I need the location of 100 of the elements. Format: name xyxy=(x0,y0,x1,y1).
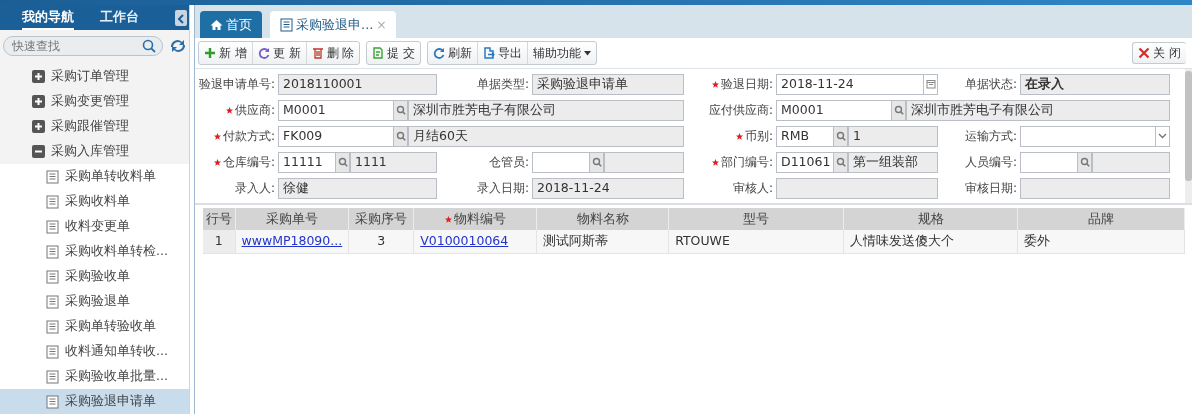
search-icon[interactable] xyxy=(395,105,406,115)
tree-item[interactable]: 采购验退单 xyxy=(0,289,189,314)
tree-item[interactable]: 收料通知单转收... xyxy=(0,339,189,364)
dropdown-field[interactable] xyxy=(1020,125,1156,147)
close-button[interactable]: 关 闭 xyxy=(1132,42,1186,64)
submit-icon xyxy=(372,47,385,59)
table-cell: 人情味发送傻大个 xyxy=(843,230,1018,253)
field-label: 单据类型: xyxy=(476,76,529,93)
column-header: 物料名称 xyxy=(536,208,669,230)
export-icon xyxy=(483,47,496,59)
input-field: 徐健 xyxy=(278,177,437,199)
sidebar-tab[interactable]: 我的导航 xyxy=(22,5,74,30)
code-field[interactable]: FK009 xyxy=(278,125,394,147)
field-label: 运输方式: xyxy=(964,128,1017,145)
toolbar-button[interactable]: 新 增 xyxy=(199,42,253,64)
search-icon[interactable] xyxy=(1079,157,1090,167)
caret-down-icon xyxy=(584,50,592,56)
tree-group-label[interactable]: 采购订单管理 xyxy=(51,67,129,86)
column-header: 行号 xyxy=(203,208,235,230)
toolbar-button[interactable]: 导出 xyxy=(478,42,529,64)
tree-item[interactable]: 采购单转验收单 xyxy=(0,314,189,339)
document-icon xyxy=(46,194,59,209)
field-label: 审核日期: xyxy=(964,180,1017,197)
date-field[interactable]: 2018-11-24 xyxy=(776,73,924,95)
expand-icon[interactable] xyxy=(32,120,45,133)
tree-item[interactable]: 收料变更单 xyxy=(0,214,189,239)
close-icon xyxy=(1138,47,1151,59)
field-label: 仓管员: xyxy=(488,154,529,171)
toolbar-button[interactable]: 删 除 xyxy=(306,42,360,64)
input-field: 2018110001 xyxy=(278,73,437,95)
document-icon xyxy=(280,17,293,32)
search-icon[interactable] xyxy=(893,105,904,115)
field-label: 仓库编号: xyxy=(222,154,275,171)
refresh-icon xyxy=(433,47,446,59)
refresh-icon xyxy=(257,47,270,59)
tree-item[interactable]: 采购验退申请单 xyxy=(0,389,189,414)
search-icon[interactable] xyxy=(591,157,602,167)
code-field[interactable]: D11061 xyxy=(776,151,834,173)
calendar-icon[interactable] xyxy=(925,79,936,89)
column-header: 采购单号 xyxy=(235,208,349,230)
plus-icon xyxy=(204,47,216,59)
name-field: 1 xyxy=(848,125,938,147)
code-field[interactable] xyxy=(532,151,590,173)
field-label: 审核人: xyxy=(732,180,773,197)
expand-icon[interactable] xyxy=(32,95,45,108)
document-icon xyxy=(46,169,59,184)
search-icon[interactable] xyxy=(337,157,348,167)
name-field: 深圳市胜芳电子有限公司 xyxy=(906,99,1170,121)
toolbar-button[interactable]: 辅助功能 xyxy=(528,42,597,64)
search-field[interactable]: 快速查找 xyxy=(10,36,142,56)
field-label: 单据状态: xyxy=(964,76,1017,93)
code-field[interactable]: M0001 xyxy=(776,99,892,121)
code-field[interactable]: RMB xyxy=(776,125,834,147)
sync-icon[interactable] xyxy=(171,40,185,52)
row-number: 1 xyxy=(203,230,235,253)
code-field[interactable] xyxy=(1020,151,1078,173)
document-icon xyxy=(46,244,59,259)
tree-group-label[interactable]: 采购入库管理 xyxy=(51,142,129,161)
input-field: 采购验退申请单 xyxy=(532,73,684,95)
toolbar-button[interactable]: 提 交 xyxy=(367,42,421,64)
field-label: 录入日期: xyxy=(476,180,529,197)
sidebar-tab[interactable]: 工作台 xyxy=(100,5,139,30)
toolbar-button[interactable]: 刷新 xyxy=(428,42,479,64)
collapse-button[interactable] xyxy=(175,9,187,26)
search-box[interactable]: 快速查找 xyxy=(3,36,163,56)
document-icon xyxy=(46,294,59,309)
search-icon[interactable] xyxy=(835,131,846,141)
name-field: 第一组装部 xyxy=(848,151,938,173)
toolbar-button[interactable]: 更 新 xyxy=(252,42,307,64)
code-field[interactable]: M0001 xyxy=(278,99,394,121)
tree-group-label[interactable]: 采购跟催管理 xyxy=(51,117,129,136)
trash-icon xyxy=(311,47,324,59)
field-label: 验退申请单号: xyxy=(198,76,275,93)
search-icon[interactable] xyxy=(835,157,846,167)
tree-group-label[interactable]: 采购变更管理 xyxy=(51,92,129,111)
table-cell: 委外 xyxy=(1017,230,1185,253)
expand-icon[interactable] xyxy=(32,70,45,83)
tree-item[interactable]: 采购收料单转检... xyxy=(0,239,189,264)
document-icon xyxy=(46,319,59,334)
tree-item[interactable]: 采购验收单批量... xyxy=(0,364,189,389)
scrollbar[interactable] xyxy=(1185,71,1192,181)
document-icon xyxy=(46,369,59,384)
tree-item[interactable]: 采购收料单 xyxy=(0,189,189,214)
search-icon[interactable] xyxy=(395,131,406,141)
field-label: 应付供应商: xyxy=(708,102,773,119)
tree-item[interactable]: 采购验收单 xyxy=(0,264,189,289)
field-label: 部门编号: xyxy=(720,154,773,171)
tab[interactable]: 采购验退申... × xyxy=(270,11,397,38)
tab[interactable]: 首页 xyxy=(200,11,262,38)
name-field: 月结60天 xyxy=(408,125,684,147)
document-icon xyxy=(46,269,59,284)
document-icon xyxy=(46,219,59,234)
chevron-down-icon[interactable] xyxy=(1158,133,1167,139)
column-header: 物料编号 xyxy=(413,208,537,230)
search-icon xyxy=(142,39,156,53)
collapse-icon[interactable] xyxy=(32,145,45,158)
tree-item[interactable]: 采购单转收料单 xyxy=(0,164,189,189)
column-header: 型号 xyxy=(668,208,844,230)
input-field: 2018-11-24 xyxy=(532,177,684,199)
code-field[interactable]: 11111 xyxy=(278,151,336,173)
